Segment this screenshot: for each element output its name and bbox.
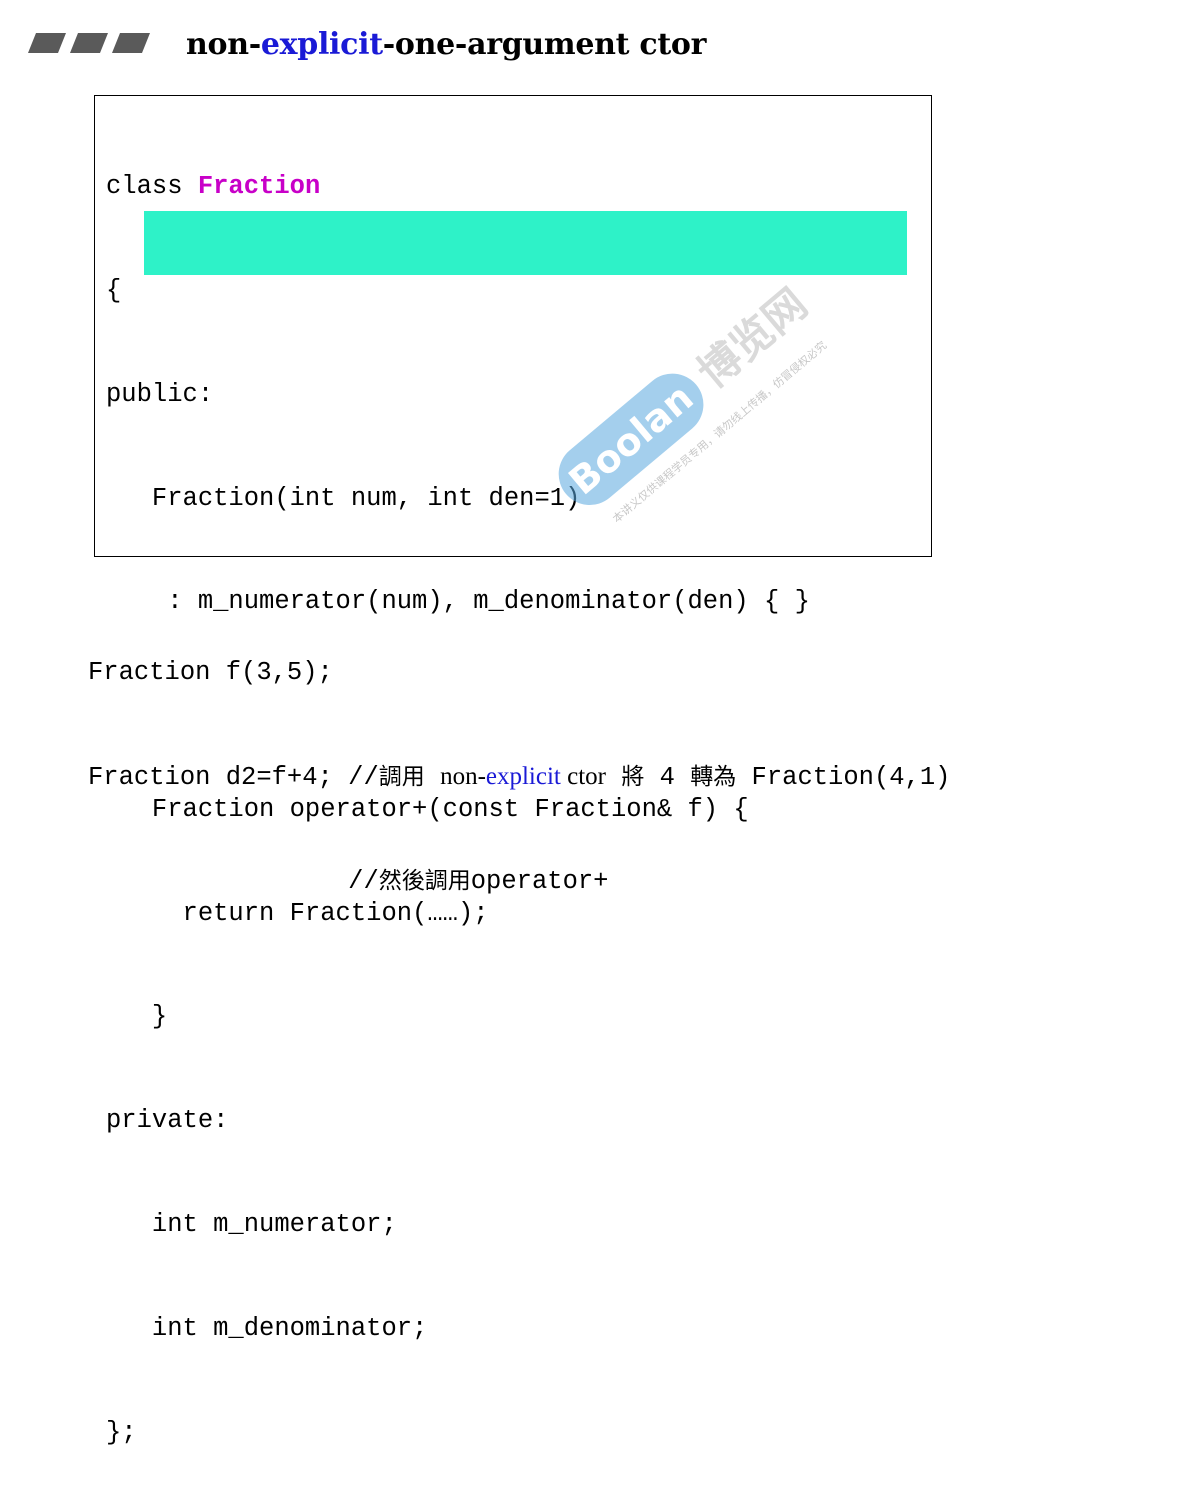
class-name: Fraction xyxy=(197,172,321,202)
usage-line-2: Fraction d2=f+4; //調用 non-explicit ctor … xyxy=(88,762,951,792)
code-line: } xyxy=(106,1002,168,1032)
usage-code-block: Fraction f(3,5); Fraction d2=f+4; //調用 n… xyxy=(88,587,950,933)
usage-line-1: Fraction f(3,5); xyxy=(88,658,333,688)
code-line-ctor: Fraction(int num, int den=1) xyxy=(106,483,581,513)
code-line: private: xyxy=(106,1106,229,1136)
code-line: }; xyxy=(106,1417,137,1447)
code-line: class Fraction xyxy=(106,172,321,202)
explicit-keyword: explicit xyxy=(485,762,561,790)
title-keyword: explicit xyxy=(260,27,383,62)
slide-title: non-explicit-one-argument ctor xyxy=(186,27,707,62)
title-bullet-icon xyxy=(28,33,150,53)
code-line: public: xyxy=(106,379,214,409)
code-line: { xyxy=(106,275,122,305)
code-line: int m_denominator; xyxy=(106,1313,428,1343)
code-line: int m_numerator; xyxy=(106,1210,397,1239)
usage-line-3: //然後調用operator+ xyxy=(88,866,609,896)
